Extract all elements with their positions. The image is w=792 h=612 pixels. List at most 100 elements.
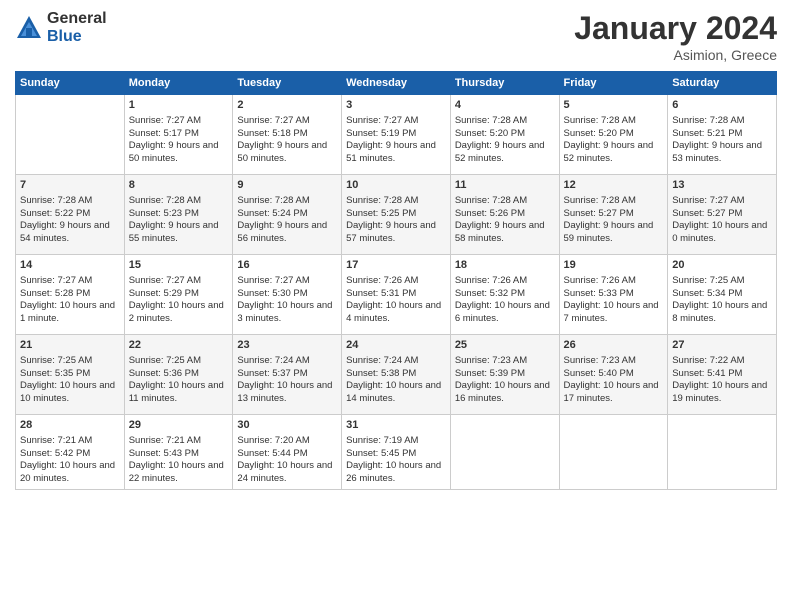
day-number: 5 bbox=[564, 98, 664, 113]
cell-content: 14Sunrise: 7:27 AMSunset: 5:28 PMDayligh… bbox=[20, 258, 120, 326]
cell-content: 3Sunrise: 7:27 AMSunset: 5:19 PMDaylight… bbox=[346, 98, 446, 166]
table-row: 18Sunrise: 7:26 AMSunset: 5:32 PMDayligh… bbox=[450, 255, 559, 335]
table-row: 30Sunrise: 7:20 AMSunset: 5:44 PMDayligh… bbox=[233, 415, 342, 490]
col-thursday: Thursday bbox=[450, 72, 559, 95]
day-number: 23 bbox=[237, 338, 337, 353]
daylight-text: Daylight: 10 hours and 4 minutes. bbox=[346, 300, 441, 324]
cell-content: 12Sunrise: 7:28 AMSunset: 5:27 PMDayligh… bbox=[564, 178, 664, 246]
daylight-text: Daylight: 10 hours and 1 minute. bbox=[20, 300, 115, 324]
table-row: 8Sunrise: 7:28 AMSunset: 5:23 PMDaylight… bbox=[124, 175, 233, 255]
table-row: 21Sunrise: 7:25 AMSunset: 5:35 PMDayligh… bbox=[16, 335, 125, 415]
daylight-text: Daylight: 10 hours and 16 minutes. bbox=[455, 380, 550, 404]
cell-content: 13 Sunrise: 7:27 AM Sunset: 5:27 PMDayligh… bbox=[672, 178, 772, 246]
day-number: 11 bbox=[455, 178, 555, 193]
table-row: 2Sunrise: 7:27 AMSunset: 5:18 PMDaylight… bbox=[233, 95, 342, 175]
cell-content: 11Sunrise: 7:28 AMSunset: 5:26 PMDayligh… bbox=[455, 178, 555, 246]
cell-content: 19Sunrise: 7:26 AMSunset: 5:33 PMDayligh… bbox=[564, 258, 664, 326]
day-number: 31 bbox=[346, 418, 446, 433]
day-number: 4 bbox=[455, 98, 555, 113]
sunset-text: Sunset: 5:20 PM bbox=[455, 128, 525, 139]
daylight-text: Daylight: 10 hours and 7 minutes. bbox=[564, 300, 659, 324]
day-number: 15 bbox=[129, 258, 229, 273]
daylight-text: Daylight: 10 hours and 24 minutes. bbox=[237, 460, 332, 484]
table-row: 17Sunrise: 7:26 AMSunset: 5:31 PMDayligh… bbox=[342, 255, 451, 335]
sunset-text: Sunset: 5:30 PM bbox=[237, 288, 307, 299]
sunset-text: Sunset: 5:35 PM bbox=[20, 368, 90, 379]
sunrise-text: Sunrise: 7:28 AM bbox=[237, 195, 309, 206]
title-block: January 2024 Asimion, Greece bbox=[574, 10, 777, 63]
sunset-text: Sunset: 5:33 PM bbox=[564, 288, 634, 299]
table-row: 11Sunrise: 7:28 AMSunset: 5:26 PMDayligh… bbox=[450, 175, 559, 255]
daylight-text: Daylight: 10 hours and 3 minutes. bbox=[237, 300, 332, 324]
daylight-text: Daylight: 9 hours and 52 minutes. bbox=[564, 140, 654, 164]
cell-content: 6Sunrise: 7:28 AMSunset: 5:21 PMDaylight… bbox=[672, 98, 772, 166]
table-row: 10Sunrise: 7:28 AMSunset: 5:25 PMDayligh… bbox=[342, 175, 451, 255]
sunset-text: Sunset: 5:25 PM bbox=[346, 208, 416, 219]
sunrise-text: Sunrise: 7:28 AM bbox=[564, 115, 636, 126]
table-row: 5Sunrise: 7:28 AMSunset: 5:20 PMDaylight… bbox=[559, 95, 668, 175]
sunset-text: Sunset: 5:27 PM bbox=[564, 208, 634, 219]
sunrise-text: Sunrise: 7:28 AM bbox=[455, 115, 527, 126]
day-number: 12 bbox=[564, 178, 664, 193]
month-title: January 2024 bbox=[574, 10, 777, 47]
sunrise-text: Sunrise: 7:25 AM bbox=[20, 355, 92, 366]
daylight-text: Daylight: 10 hours and 26 minutes. bbox=[346, 460, 441, 484]
sunset-text: Sunset: 5:40 PM bbox=[564, 368, 634, 379]
sunrise-text: Sunrise: 7:24 AM bbox=[237, 355, 309, 366]
table-row: 31Sunrise: 7:19 AMSunset: 5:45 PMDayligh… bbox=[342, 415, 451, 490]
cell-content: 20Sunrise: 7:25 AMSunset: 5:34 PMDayligh… bbox=[672, 258, 772, 326]
daylight-text: Daylight: 10 hours and 22 minutes. bbox=[129, 460, 224, 484]
daylight-text: Daylight: 9 hours and 57 minutes. bbox=[346, 220, 436, 244]
day-number: 14 bbox=[20, 258, 120, 273]
table-row bbox=[450, 415, 559, 490]
logo-text: General Blue bbox=[47, 10, 107, 45]
cell-content: 10Sunrise: 7:28 AMSunset: 5:25 PMDayligh… bbox=[346, 178, 446, 246]
daylight-text: Daylight: 10 hours and 2 minutes. bbox=[129, 300, 224, 324]
daylight-text: Daylight: 9 hours and 54 minutes. bbox=[20, 220, 110, 244]
day-number: 29 bbox=[129, 418, 229, 433]
sunrise-text: Sunrise: 7:21 AM bbox=[129, 435, 201, 446]
day-number: 7 bbox=[20, 178, 120, 193]
day-number: 18 bbox=[455, 258, 555, 273]
sunrise-text: Sunrise: 7:27 AM bbox=[129, 115, 201, 126]
sunset-text: Sunset: 5:29 PM bbox=[129, 288, 199, 299]
sunset-text: Sunset: 5:38 PM bbox=[346, 368, 416, 379]
table-row: 1Sunrise: 7:27 AMSunset: 5:17 PMDaylight… bbox=[124, 95, 233, 175]
day-number: 21 bbox=[20, 338, 120, 353]
day-number: 19 bbox=[564, 258, 664, 273]
table-row: 19Sunrise: 7:26 AMSunset: 5:33 PMDayligh… bbox=[559, 255, 668, 335]
cell-content: 28Sunrise: 7:21 AMSunset: 5:42 PMDayligh… bbox=[20, 418, 120, 486]
daylight-text: Daylight: 9 hours and 50 minutes. bbox=[129, 140, 219, 164]
day-number: 26 bbox=[564, 338, 664, 353]
calendar-header: Sunday Monday Tuesday Wednesday Thursday… bbox=[16, 72, 777, 95]
daylight-text: Daylight: 10 hours and 17 minutes. bbox=[564, 380, 659, 404]
sunrise-text: Sunrise: 7:27 AM bbox=[20, 275, 92, 286]
day-number: 17 bbox=[346, 258, 446, 273]
table-row: 25Sunrise: 7:23 AMSunset: 5:39 PMDayligh… bbox=[450, 335, 559, 415]
sunset-text: Sunset: 5:43 PM bbox=[129, 448, 199, 459]
sunset-text: Sunset: 5:31 PM bbox=[346, 288, 416, 299]
sunset-text: Sunset: 5:22 PM bbox=[20, 208, 90, 219]
cell-content: 15 Sunrise: 7:27 AM Sunset: 5:29 PMDayligh… bbox=[129, 258, 229, 326]
table-row: 3Sunrise: 7:27 AMSunset: 5:19 PMDaylight… bbox=[342, 95, 451, 175]
sunrise-text: Sunrise: 7:25 AM bbox=[672, 275, 744, 286]
sunset-text: Sunset: 5:17 PM bbox=[129, 128, 199, 139]
sunrise-text: Sunrise: 7:27 AM bbox=[129, 275, 201, 286]
table-row: 13 Sunrise: 7:27 AM Sunset: 5:27 PMDayligh… bbox=[668, 175, 777, 255]
cell-content: 1Sunrise: 7:27 AMSunset: 5:17 PMDaylight… bbox=[129, 98, 229, 166]
daylight-text: Daylight: 10 hours and 11 minutes. bbox=[129, 380, 224, 404]
cell-content: 5Sunrise: 7:28 AMSunset: 5:20 PMDaylight… bbox=[564, 98, 664, 166]
sunrise-text: Sunrise: 7:25 AM bbox=[129, 355, 201, 366]
cell-content: 21Sunrise: 7:25 AMSunset: 5:35 PMDayligh… bbox=[20, 338, 120, 406]
day-number: 20 bbox=[672, 258, 772, 273]
table-row: 29 Sunrise: 7:21 AM Sunset: 5:43 PMDayligh… bbox=[124, 415, 233, 490]
table-row: 15 Sunrise: 7:27 AM Sunset: 5:29 PMDayligh… bbox=[124, 255, 233, 335]
table-row: 16Sunrise: 7:27 AMSunset: 5:30 PMDayligh… bbox=[233, 255, 342, 335]
table-row: 27Sunrise: 7:22 AMSunset: 5:41 PMDayligh… bbox=[668, 335, 777, 415]
sunrise-text: Sunrise: 7:28 AM bbox=[564, 195, 636, 206]
sunrise-text: Sunrise: 7:27 AM bbox=[237, 115, 309, 126]
daylight-text: Daylight: 10 hours and 0 minutes. bbox=[672, 220, 767, 244]
sunrise-text: Sunrise: 7:27 AM bbox=[672, 195, 744, 206]
sunset-text: Sunset: 5:27 PM bbox=[672, 208, 742, 219]
day-number: 13 bbox=[672, 178, 772, 193]
